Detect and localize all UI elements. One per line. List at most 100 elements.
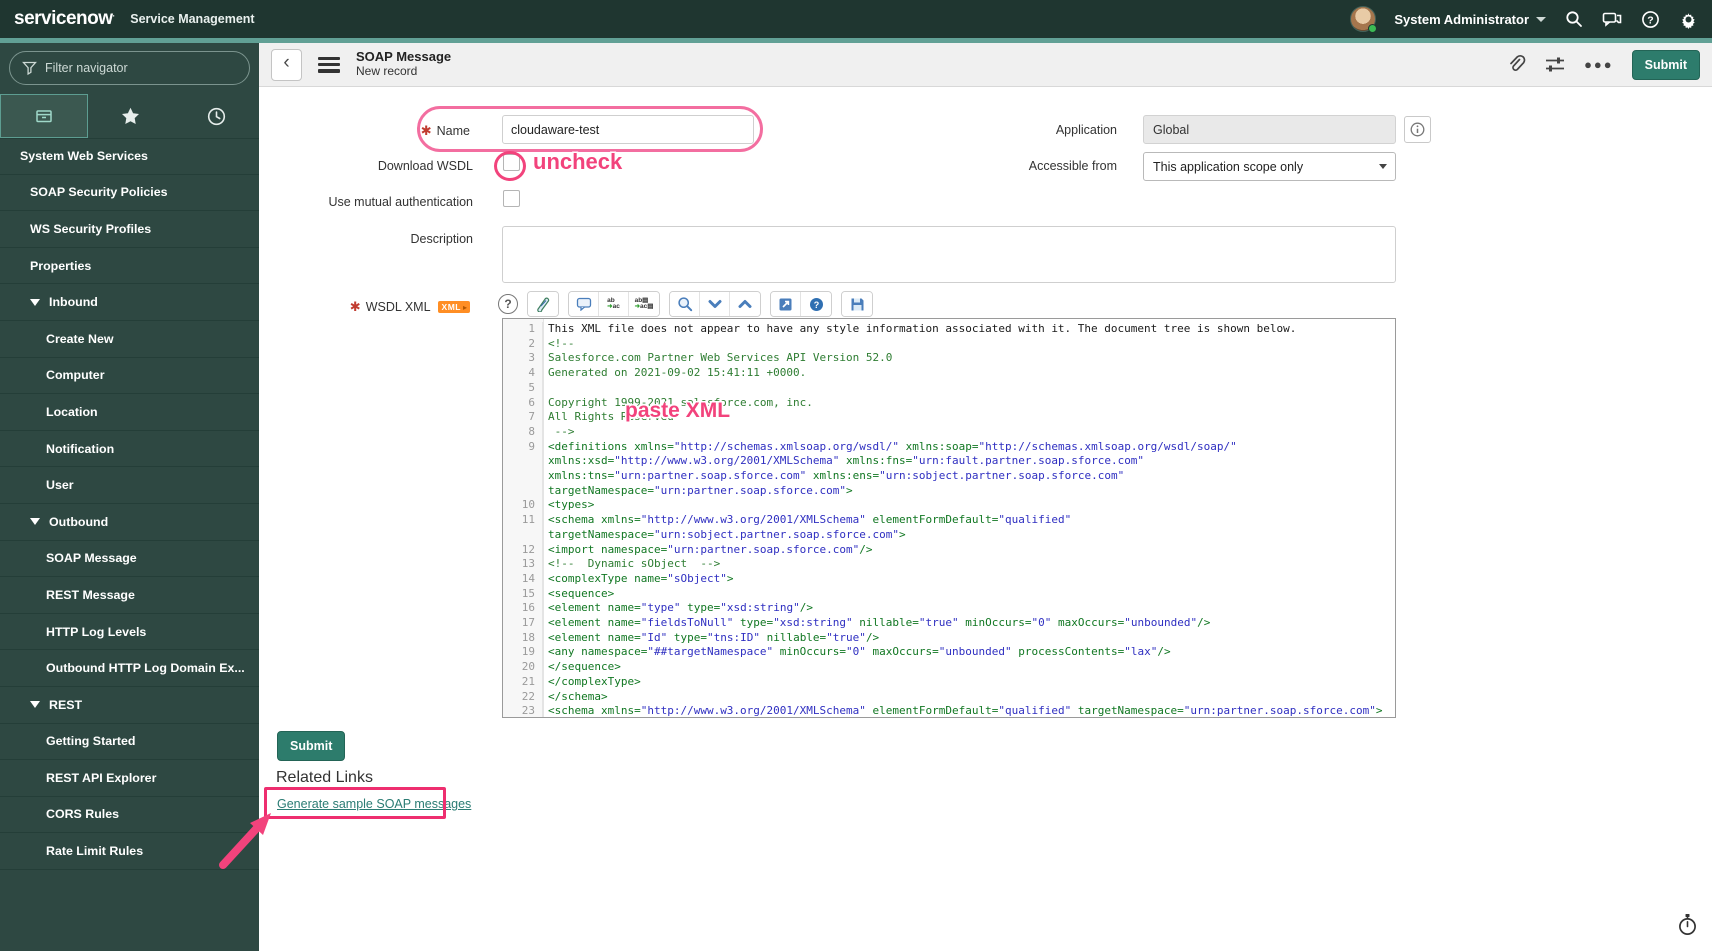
sidebar-item-label: SOAP Security Policies — [30, 185, 168, 200]
form-toolbar: ‹ SOAP Message New record ●●● Submit — [259, 43, 1712, 87]
sidebar-item-label: Getting Started — [46, 734, 136, 749]
chat-icon[interactable] — [1602, 9, 1622, 29]
syntax-check-button[interactable] — [528, 292, 558, 316]
find-prev-button[interactable] — [730, 292, 760, 316]
more-options-icon[interactable]: ●●● — [1584, 57, 1614, 72]
user-name-label: System Administrator — [1394, 11, 1529, 27]
sidebar-item-system-web-services[interactable]: System Web Services — [0, 138, 259, 175]
user-menu[interactable]: System Administrator — [1394, 12, 1546, 27]
sidebar-item-user[interactable]: User — [0, 467, 259, 504]
sidebar-item-label: Create New — [46, 331, 114, 346]
editor-help-button[interactable]: ? — [801, 292, 831, 316]
tab-all-applications[interactable] — [0, 94, 88, 138]
sidebar-item-location[interactable]: Location — [0, 394, 259, 431]
code-line: 22 </schema> — [503, 689, 1395, 705]
avatar[interactable] — [1350, 6, 1378, 33]
submit-button-top[interactable]: Submit — [1631, 49, 1700, 80]
line-number: 15 — [503, 586, 543, 602]
save-button[interactable] — [842, 292, 872, 316]
replace-all-button[interactable]: ab▤ ➜ac▤ — [629, 292, 659, 316]
code-line: 10 <types> — [503, 498, 1395, 514]
wsdl-xml-editor[interactable]: 1 This XML file does not appear to have a… — [502, 318, 1396, 718]
line-number: 10 — [503, 498, 543, 514]
line-number: 7 — [503, 410, 543, 425]
tab-history[interactable] — [173, 94, 259, 138]
code-line: 7 All Rights Reserved — [503, 410, 1395, 425]
code-text: --> — [548, 424, 575, 438]
collapse-triangle-icon[interactable] — [30, 298, 40, 306]
sidebar-item-label: System Web Services — [20, 149, 148, 164]
application-info-button[interactable] — [1404, 116, 1431, 143]
sidebar-item-rate-limit-rules[interactable]: Rate Limit Rules — [0, 833, 259, 870]
sidebar-item-outbound-http-log-domain-ex[interactable]: Outbound HTTP Log Domain Ex... — [0, 650, 259, 687]
collapse-triangle-icon[interactable] — [30, 701, 40, 709]
sidebar-item-create-new[interactable]: Create New — [0, 321, 259, 358]
search-icon[interactable] — [1564, 9, 1584, 29]
sliders-icon[interactable] — [1544, 55, 1566, 75]
accessible-from-select[interactable]: This application scope only — [1143, 152, 1396, 181]
sidebar-item-soap-security-policies[interactable]: SOAP Security Policies — [0, 175, 259, 212]
replace-icon: ab ➜ac — [607, 296, 620, 310]
code-text: <definitions xmlns="http://schemas.xmlso… — [548, 439, 1244, 497]
code-text: Generated on 2021-09-02 15:41:11 +0000. — [548, 366, 807, 380]
sidebar-item-notification[interactable]: Notification — [0, 431, 259, 468]
comment-button[interactable] — [569, 292, 599, 316]
line-number: 22 — [503, 689, 543, 705]
generate-sample-soap-link[interactable]: Generate sample SOAP messages — [277, 797, 471, 811]
code-text: </sequence> — [548, 660, 621, 674]
servicenow-logo[interactable]: servicenow. — [14, 8, 115, 30]
replace-button[interactable]: ab ➜ac — [599, 292, 629, 316]
sidebar-item-label: Computer — [46, 368, 105, 383]
find-next-button[interactable] — [700, 292, 730, 316]
name-input[interactable] — [502, 115, 754, 144]
download-wsdl-checkbox[interactable] — [503, 154, 520, 171]
script-icon — [537, 297, 550, 312]
code-line: 5 — [503, 380, 1395, 396]
sidebar-item-inbound[interactable]: Inbound — [0, 284, 259, 321]
editor-help-icon[interactable]: ? — [498, 294, 518, 314]
sidebar-item-getting-started[interactable]: Getting Started — [0, 724, 259, 761]
sidebar-item-computer[interactable]: Computer — [0, 358, 259, 395]
sidebar-item-outbound[interactable]: Outbound — [0, 504, 259, 541]
line-number: 18 — [503, 630, 543, 646]
sidebar-item-properties[interactable]: Properties — [0, 248, 259, 285]
chevron-down-icon — [708, 300, 721, 308]
sidebar-item-rest[interactable]: REST — [0, 687, 259, 724]
sidebar-tabs — [0, 94, 259, 138]
help-icon[interactable]: ? — [1640, 9, 1660, 29]
star-icon — [122, 107, 139, 124]
sidebar-item-label: REST — [49, 697, 83, 712]
response-time-icon[interactable] — [1677, 913, 1698, 941]
filter-navigator[interactable] — [9, 51, 250, 85]
paperclip-icon[interactable] — [1506, 54, 1526, 76]
sidebar-item-rest-message[interactable]: REST Message — [0, 577, 259, 614]
gear-icon[interactable] — [1678, 9, 1698, 29]
xml-badge: XML ▸ — [437, 301, 470, 313]
line-number: 21 — [503, 674, 543, 690]
sidebar-item-http-log-levels[interactable]: HTTP Log Levels — [0, 614, 259, 651]
tab-favorites[interactable] — [88, 94, 174, 138]
sidebar-item-label: REST Message — [46, 587, 135, 602]
sidebar-item-rest-api-explorer[interactable]: REST API Explorer — [0, 760, 259, 797]
open-in-new-window-button[interactable] — [771, 292, 801, 316]
mutual-auth-label: Use mutual authentication — [328, 195, 473, 209]
search-button[interactable] — [670, 292, 700, 316]
code-line: 6 Copyright 1999-2021 salesforce.com, inc… — [503, 395, 1395, 411]
form-context-menu-icon[interactable] — [318, 56, 340, 73]
code-text: <any namespace="##targetNamespace" minOc… — [548, 645, 1171, 659]
sidebar-item-label: CORS Rules — [46, 807, 119, 822]
description-textarea[interactable] — [502, 226, 1396, 283]
sidebar-item-soap-message[interactable]: SOAP Message — [0, 541, 259, 578]
main-content: ‹ SOAP Message New record ●●● Submit ✱ Na… — [259, 43, 1712, 951]
code-line: 12 <import namespace="urn:partner.soap.sf… — [503, 542, 1395, 558]
line-number: 5 — [503, 380, 543, 396]
submit-button-bottom[interactable]: Submit — [277, 731, 346, 761]
sidebar-item-ws-security-profiles[interactable]: WS Security Profiles — [0, 211, 259, 248]
line-number: 11 — [503, 513, 543, 543]
mutual-auth-checkbox[interactable] — [503, 190, 520, 207]
filter-navigator-input[interactable] — [45, 61, 225, 75]
sidebar-item-cors-rules[interactable]: CORS Rules — [0, 797, 259, 834]
line-number: 17 — [503, 616, 543, 631]
collapse-triangle-icon[interactable] — [30, 518, 40, 526]
back-button[interactable]: ‹ — [271, 48, 302, 81]
